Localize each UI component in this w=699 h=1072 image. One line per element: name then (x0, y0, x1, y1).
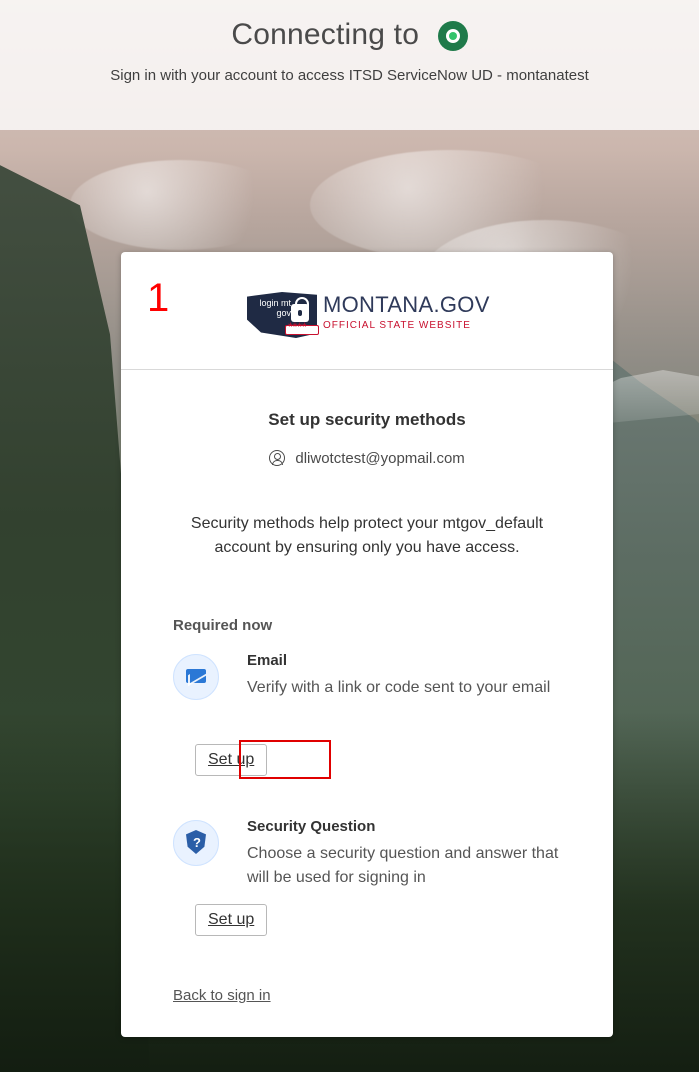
cloud (70, 160, 290, 250)
mail-icon (173, 654, 219, 700)
security-question-description: Choose a security question and answer th… (247, 845, 559, 886)
connecting-banner: Connecting to Sign in with your account … (0, 0, 699, 130)
security-question-setup-button[interactable]: Set up (195, 904, 268, 936)
connecting-title-text: Connecting to (231, 18, 420, 51)
email-method-title: Email (247, 652, 288, 669)
logo-login-text: login mt gov (259, 298, 291, 318)
security-info-text: Security methods help protect your mtgov… (190, 515, 544, 556)
required-now-heading: Required now (173, 617, 273, 634)
montana-gov-logo: login mt gov MONTANA.GOV OFFICIAL STATE … (247, 292, 489, 338)
back-to-sign-in-link[interactable]: Back to sign in (173, 987, 271, 1004)
servicenow-logo-icon (437, 21, 468, 52)
logo-tagline: OFFICIAL STATE WEBSITE (323, 320, 471, 331)
user-icon (269, 450, 286, 466)
step-number-annotation: 1 (147, 276, 170, 320)
user-identifier: dliwotctest@yopmail.com (121, 450, 613, 467)
password-field-icon (285, 320, 319, 335)
shield-question-icon: ? (173, 820, 219, 866)
divider (121, 369, 613, 370)
email-setup-highlight (239, 740, 331, 779)
page-title: Set up security methods (268, 410, 466, 429)
security-question-title: Security Question (247, 818, 376, 835)
logo-name: MONTANA.GOV (323, 292, 490, 317)
security-setup-card: 1 login mt gov MONTANA.GOV OFFICIAL STAT… (121, 252, 613, 1037)
user-email: dliwotctest@yopmail.com (295, 450, 465, 467)
connecting-title: Connecting to (0, 18, 699, 52)
connecting-subtitle: Sign in with your account to access ITSD… (110, 67, 589, 84)
email-method-description: Verify with a link or code sent to your … (247, 679, 551, 696)
